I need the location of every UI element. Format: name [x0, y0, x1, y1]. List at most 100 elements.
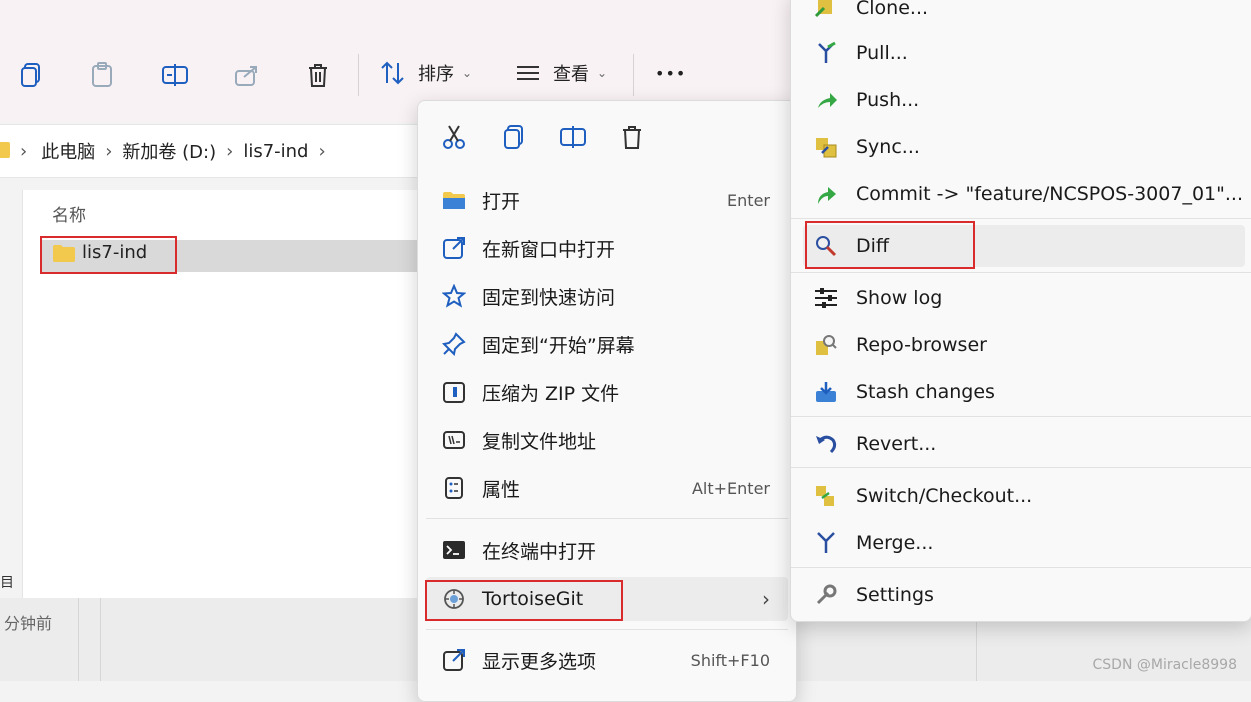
submenu-item-pull[interactable]: Pull... — [791, 31, 1251, 75]
chevron-down-icon: ⌄ — [462, 66, 473, 80]
stash-icon — [813, 379, 839, 405]
menu-item-properties[interactable]: 属性 Alt+Enter — [418, 465, 796, 511]
copy-path-icon — [440, 426, 468, 454]
menu-divider — [426, 518, 788, 519]
revert-icon — [813, 431, 839, 457]
menu-item-label: 打开 — [482, 190, 521, 213]
submenu-item-settings[interactable]: Settings — [791, 573, 1251, 617]
list-item-name: lis7-ind — [82, 242, 148, 263]
quick-actions-bar — [418, 115, 796, 159]
menu-item-label: 属性 — [482, 478, 521, 501]
menu-item-label: 在终端中打开 — [482, 540, 597, 563]
submenu-item-show-log[interactable]: Show log — [791, 276, 1251, 320]
submenu-item-sync[interactable]: Sync... — [791, 125, 1251, 169]
submenu-item-repo-browser[interactable]: Repo-browser — [791, 323, 1251, 367]
context-menu: 打开 Enter 在新窗口中打开 固定到快速访问 固定到“开始”屏幕 压缩为 Z… — [417, 100, 797, 702]
menu-item-shortcut: Enter — [727, 190, 770, 210]
share-icon[interactable] — [232, 60, 262, 90]
nav-pane-edge — [0, 190, 23, 598]
folder-icon — [0, 142, 10, 158]
star-icon — [440, 282, 468, 310]
submenu-item-merge[interactable]: Merge... — [791, 521, 1251, 565]
menu-item-zip[interactable]: 压缩为 ZIP 文件 — [418, 369, 796, 415]
list-item[interactable]: lis7-ind — [52, 242, 147, 263]
open-new-window-icon — [440, 234, 468, 262]
properties-icon — [440, 474, 468, 502]
menu-item-copy-path[interactable]: 复制文件地址 — [418, 417, 796, 463]
rename-icon[interactable] — [558, 123, 588, 151]
submenu-item-label: Commit -> "feature/NCSPOS-3007_01"... — [856, 183, 1243, 205]
rename-icon[interactable] — [160, 60, 190, 90]
terminal-icon — [440, 536, 468, 564]
toolbar-divider — [358, 54, 359, 96]
folder-icon — [440, 186, 468, 214]
submenu-item-label: Push... — [856, 89, 920, 111]
menu-item-pin-quick-access[interactable]: 固定到快速访问 — [418, 273, 796, 319]
sort-icon — [380, 60, 406, 86]
paste-icon[interactable] — [88, 60, 116, 90]
submenu-item-push[interactable]: Push... — [791, 78, 1251, 122]
sort-button[interactable]: 排序 ⌄ — [380, 60, 472, 86]
menu-item-open-terminal[interactable]: 在终端中打开 — [418, 527, 796, 573]
copy-icon[interactable] — [500, 123, 528, 151]
submenu-item-label: Show log — [856, 287, 943, 309]
breadcrumb-folder[interactable]: lis7-ind — [243, 141, 308, 162]
submenu-item-switch[interactable]: Switch/Checkout... — [791, 474, 1251, 518]
submenu-item-label: Merge... — [856, 532, 934, 554]
menu-item-label: 在新窗口中打开 — [482, 238, 616, 261]
submenu-item-label: Revert... — [856, 433, 937, 455]
menu-item-label: 固定到“开始”屏幕 — [482, 334, 635, 357]
log-icon — [813, 285, 839, 311]
zip-icon — [440, 378, 468, 406]
merge-icon — [813, 530, 839, 556]
pull-icon — [813, 40, 839, 66]
menu-item-pin-start[interactable]: 固定到“开始”屏幕 — [418, 321, 796, 367]
menu-item-open-new-window[interactable]: 在新窗口中打开 — [418, 225, 796, 271]
commit-icon — [813, 181, 839, 207]
menu-item-label: 压缩为 ZIP 文件 — [482, 382, 620, 405]
breadcrumb-this-pc[interactable]: 此电脑 — [41, 138, 95, 164]
highlight-box — [805, 221, 975, 269]
show-more-icon — [440, 646, 468, 674]
repo-browser-icon — [813, 332, 839, 358]
chevron-down-icon: ⌄ — [597, 66, 608, 80]
cut-icon[interactable] — [440, 123, 468, 151]
submenu-item-label: Settings — [856, 584, 934, 606]
column-header-name[interactable]: 名称 — [52, 201, 86, 226]
sync-icon — [813, 134, 839, 160]
submenu-item-revert[interactable]: Revert... — [791, 422, 1251, 466]
highlight-box — [425, 580, 623, 621]
view-icon — [515, 62, 541, 84]
breadcrumb-separator: › — [105, 140, 113, 162]
tortoisegit-submenu: Clone... Pull... Push... Sync... Commit … — [790, 0, 1251, 622]
view-button[interactable]: 查看 ⌄ — [515, 60, 607, 86]
menu-divider — [791, 567, 1251, 568]
menu-item-open[interactable]: 打开 Enter — [418, 177, 796, 223]
copy-icon[interactable] — [17, 60, 45, 90]
breadcrumb-drive[interactable]: 新加卷 (D:) — [122, 138, 216, 164]
sort-label: 排序 — [418, 64, 454, 85]
toolbar-divider — [633, 54, 634, 96]
submenu-item-stash[interactable]: Stash changes — [791, 370, 1251, 414]
menu-item-shortcut: Alt+Enter — [691, 478, 770, 498]
submenu-item-commit[interactable]: Commit -> "feature/NCSPOS-3007_01"... — [791, 172, 1251, 216]
submenu-item-clone[interactable]: Clone... — [791, 0, 1251, 30]
submenu-item-label: Sync... — [856, 136, 920, 158]
menu-divider — [426, 629, 788, 630]
menu-item-shortcut: Shift+F10 — [690, 650, 770, 670]
more-options-button[interactable]: ••• — [655, 64, 686, 83]
menu-divider — [791, 272, 1251, 273]
menu-item-show-more[interactable]: 显示更多选项 Shift+F10 — [418, 637, 796, 683]
menu-item-label: 固定到快速访问 — [482, 286, 616, 309]
settings-icon — [813, 582, 839, 608]
watermark: CSDN @Miracle8998 — [1092, 657, 1238, 673]
breadcrumb: › 此电脑 › 新加卷 (D:) › lis7-ind › — [20, 138, 326, 164]
address-bar[interactable]: › 此电脑 › 新加卷 (D:) › lis7-ind › — [0, 124, 418, 178]
delete-icon[interactable] — [618, 123, 646, 151]
menu-item-label: 复制文件地址 — [482, 430, 597, 453]
delete-icon[interactable] — [304, 60, 332, 90]
menu-divider — [791, 416, 1251, 417]
nav-pane-text: 目 — [0, 575, 14, 591]
push-icon — [813, 87, 839, 113]
menu-divider — [791, 218, 1251, 219]
